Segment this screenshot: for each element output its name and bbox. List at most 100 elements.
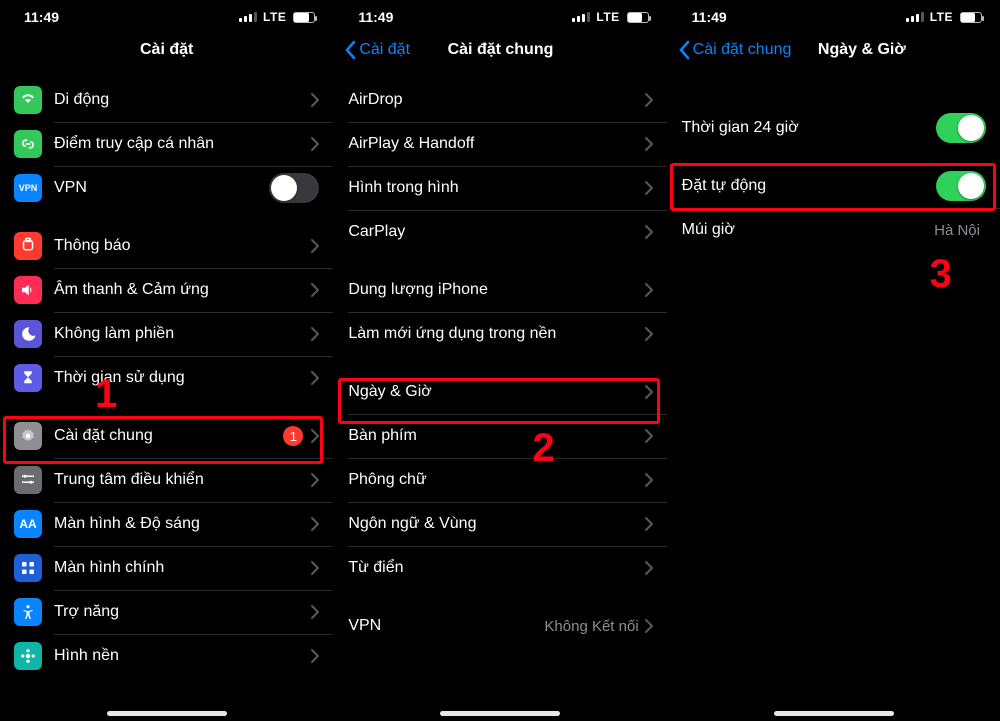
row-label: Thông báo	[54, 237, 311, 255]
signal-icon	[572, 12, 590, 22]
gear-icon	[14, 422, 42, 450]
row-value: Không Kết nối	[544, 618, 638, 635]
chevron-right-icon	[311, 517, 319, 531]
row-pip[interactable]: Hình trong hình	[334, 166, 666, 210]
row-label: Bàn phím	[348, 427, 644, 445]
row-label: Làm mới ứng dụng trong nền	[348, 325, 644, 343]
row-label: Trung tâm điều khiển	[54, 471, 311, 489]
chevron-right-icon	[311, 327, 319, 341]
battery-icon	[627, 12, 649, 23]
home-indicator[interactable]	[107, 711, 227, 716]
chevron-right-icon	[645, 181, 653, 195]
clock: 11:49	[358, 9, 393, 25]
link-icon	[14, 130, 42, 158]
row-accessibility[interactable]: Trợ năng	[0, 590, 333, 634]
row-24hour[interactable]: Thời gian 24 giờ	[668, 106, 1000, 150]
row-label: Thời gian 24 giờ	[682, 119, 936, 137]
battery-icon	[293, 12, 315, 23]
signal-icon	[906, 12, 924, 22]
chevron-right-icon	[311, 239, 319, 253]
row-set-automatically[interactable]: Đặt tự động	[668, 164, 1000, 208]
chevron-right-icon	[645, 517, 653, 531]
set-automatically-toggle[interactable]	[936, 171, 986, 201]
row-datetime[interactable]: Ngày & Giờ	[334, 370, 666, 414]
home-indicator[interactable]	[440, 711, 560, 716]
nav-bar: Cài đặt chung Ngày & Giờ	[668, 30, 1000, 70]
row-homescreen[interactable]: Màn hình chính	[0, 546, 333, 590]
network-label: LTE	[930, 10, 953, 24]
row-display[interactable]: AA Màn hình & Độ sáng	[0, 502, 333, 546]
chevron-right-icon	[311, 137, 319, 151]
status-bar: 11:49 LTE	[668, 0, 1000, 30]
hourglass-icon	[14, 364, 42, 392]
back-button[interactable]: Cài đặt	[344, 40, 410, 60]
back-label: Cài đặt	[359, 41, 410, 59]
text-size-icon: AA	[14, 510, 42, 538]
row-bgrefresh[interactable]: Làm mới ứng dụng trong nền	[334, 312, 666, 356]
chevron-right-icon	[645, 473, 653, 487]
row-notifications[interactable]: Thông báo	[0, 224, 333, 268]
screen-date-time: 11:49 LTE Cài đặt chung Ngày & Giờ Thời …	[667, 0, 1000, 721]
row-storage[interactable]: Dung lượng iPhone	[334, 268, 666, 312]
row-dnd[interactable]: Không làm phiền	[0, 312, 333, 356]
row-label: Di động	[54, 91, 311, 109]
row-value: Hà Nội	[934, 222, 980, 239]
back-button[interactable]: Cài đặt chung	[678, 40, 792, 60]
row-vpn[interactable]: VPN VPN	[0, 166, 333, 210]
chevron-right-icon	[645, 137, 653, 151]
row-airdrop[interactable]: AirDrop	[334, 78, 666, 122]
chevron-right-icon	[645, 385, 653, 399]
chevron-right-icon	[645, 225, 653, 239]
row-keyboard[interactable]: Bàn phím	[334, 414, 666, 458]
moon-icon	[14, 320, 42, 348]
row-label: VPN	[348, 617, 544, 635]
page-title: Cài đặt	[0, 41, 333, 59]
chevron-right-icon	[645, 93, 653, 107]
row-sounds[interactable]: Âm thanh & Cảm ứng	[0, 268, 333, 312]
row-general[interactable]: Cài đặt chung 1	[0, 414, 333, 458]
sliders-icon	[14, 466, 42, 494]
grid-icon	[14, 554, 42, 582]
row-label: Hình trong hình	[348, 179, 644, 197]
row-vpn[interactable]: VPN Không Kết nối	[334, 604, 666, 648]
row-label: Cài đặt chung	[54, 427, 283, 445]
row-label: AirPlay & Handoff	[348, 135, 644, 153]
chevron-right-icon	[645, 327, 653, 341]
row-label: Màn hình chính	[54, 559, 311, 577]
row-timezone[interactable]: Múi giờ Hà Nội	[668, 208, 1000, 252]
status-bar: 11:49 LTE	[334, 0, 666, 30]
row-dictionary[interactable]: Từ điển	[334, 546, 666, 590]
home-indicator[interactable]	[774, 711, 894, 716]
row-control-center[interactable]: Trung tâm điều khiển	[0, 458, 333, 502]
row-screentime[interactable]: Thời gian sử dụng	[0, 356, 333, 400]
chevron-right-icon	[311, 93, 319, 107]
chevron-right-icon	[311, 649, 319, 663]
row-carplay[interactable]: CarPlay	[334, 210, 666, 254]
row-label: Ngôn ngữ & Vùng	[348, 515, 644, 533]
row-hotspot[interactable]: Điểm truy cập cá nhân	[0, 122, 333, 166]
row-label: AirDrop	[348, 91, 644, 109]
screen-settings-root: 11:49 LTE Cài đặt Di động Điểm truy cập …	[0, 0, 333, 721]
row-label: Dung lượng iPhone	[348, 281, 644, 299]
row-label: Điểm truy cập cá nhân	[54, 135, 311, 153]
row-wallpaper[interactable]: Hình nền	[0, 634, 333, 678]
row-label: Trợ năng	[54, 603, 311, 621]
nav-bar: Cài đặt	[0, 30, 333, 70]
clock: 11:49	[692, 9, 727, 25]
vpn-toggle[interactable]	[269, 173, 319, 203]
chevron-right-icon	[311, 473, 319, 487]
row-label: Âm thanh & Cảm ứng	[54, 281, 311, 299]
row-label: Ngày & Giờ	[348, 383, 644, 401]
notification-badge: 1	[283, 426, 303, 446]
row-label: Không làm phiền	[54, 325, 311, 343]
row-fonts[interactable]: Phông chữ	[334, 458, 666, 502]
status-bar: 11:49 LTE	[0, 0, 333, 30]
row-airplay[interactable]: AirPlay & Handoff	[334, 122, 666, 166]
chevron-right-icon	[311, 283, 319, 297]
row-cellular[interactable]: Di động	[0, 78, 333, 122]
row-label: Màn hình & Độ sáng	[54, 515, 311, 533]
row-language[interactable]: Ngôn ngữ & Vùng	[334, 502, 666, 546]
row-label: Hình nền	[54, 647, 311, 665]
antenna-icon	[14, 86, 42, 114]
24hour-toggle[interactable]	[936, 113, 986, 143]
